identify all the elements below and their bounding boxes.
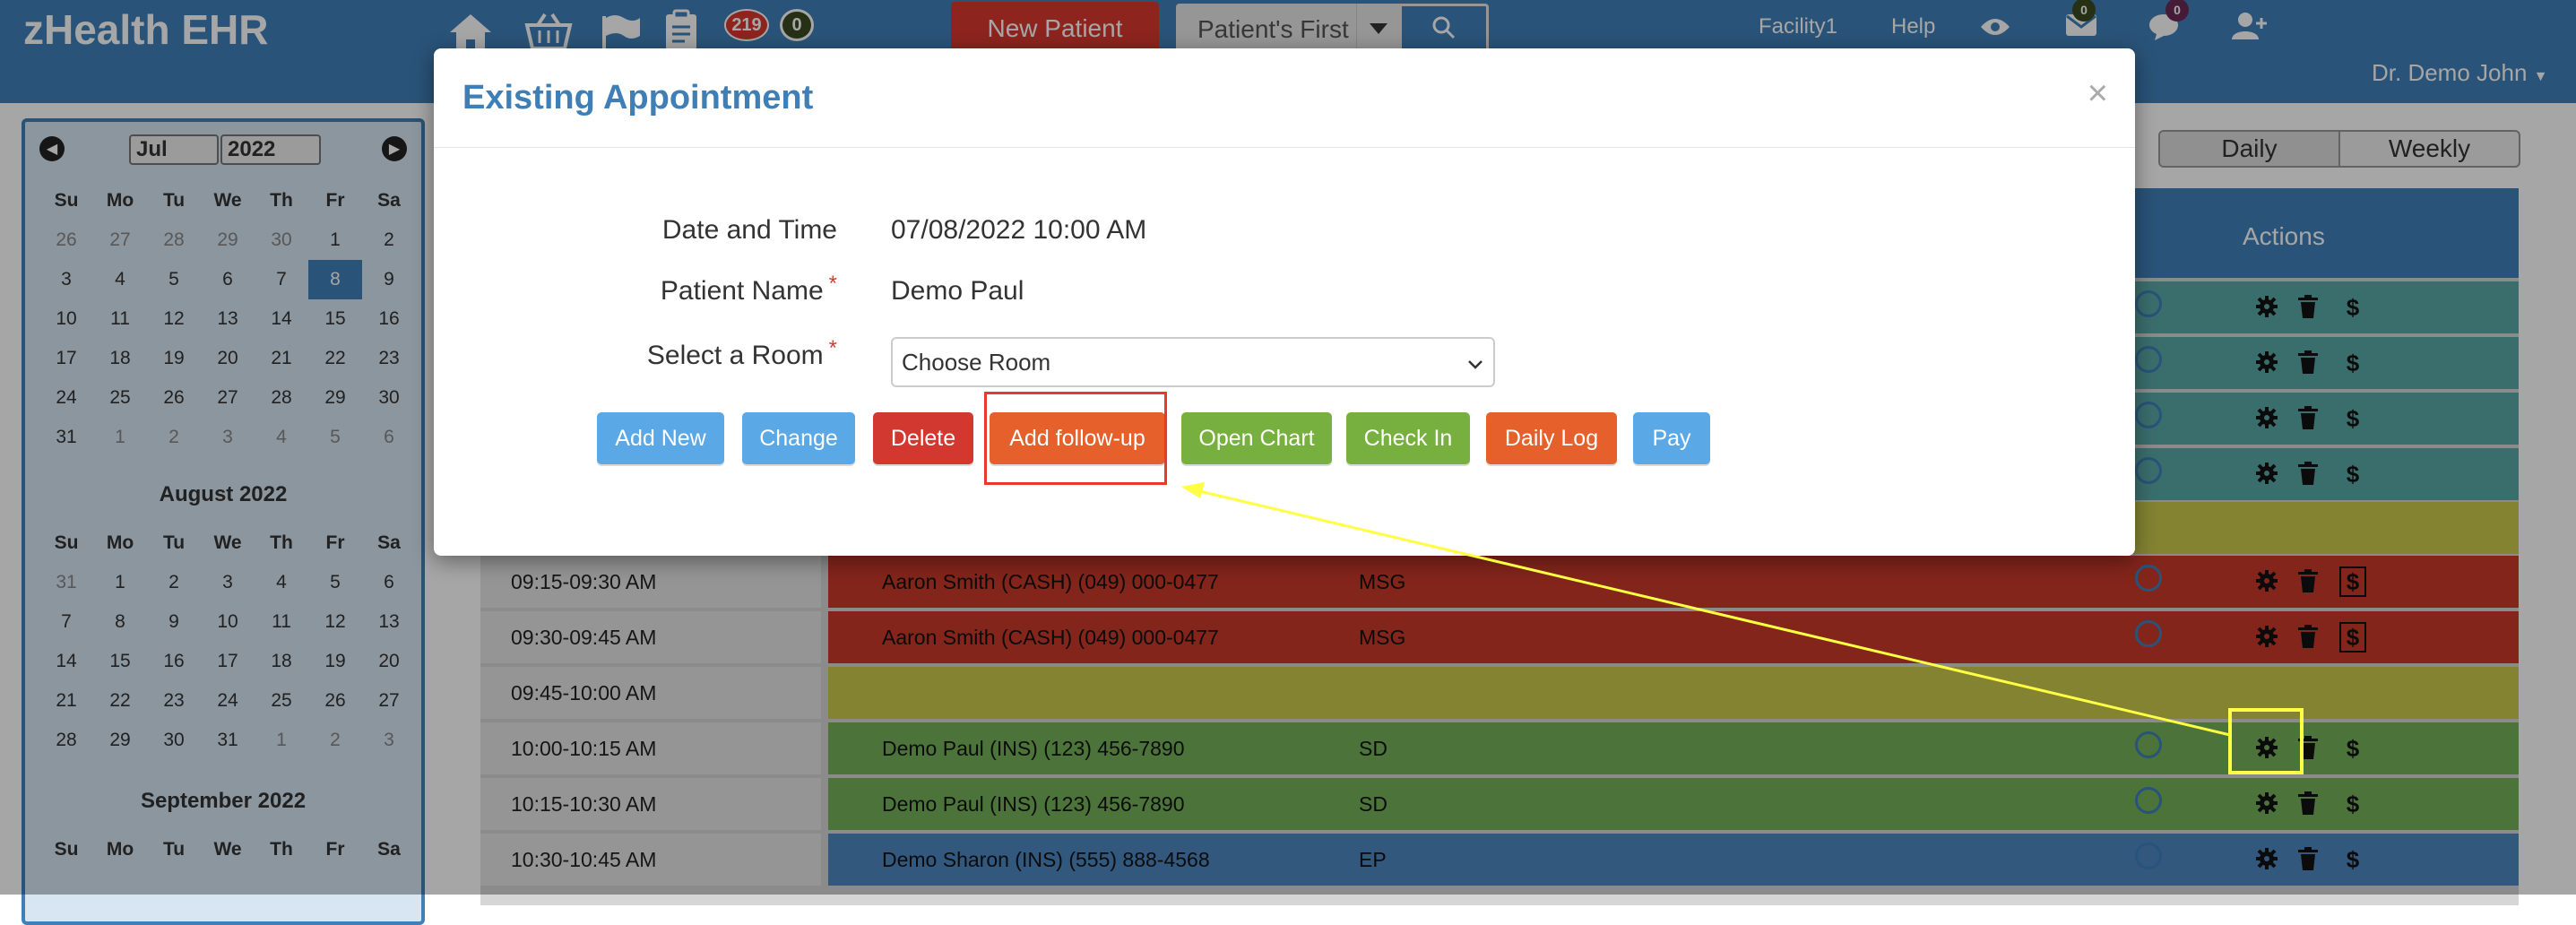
annotation-arrow xyxy=(1181,482,2231,737)
